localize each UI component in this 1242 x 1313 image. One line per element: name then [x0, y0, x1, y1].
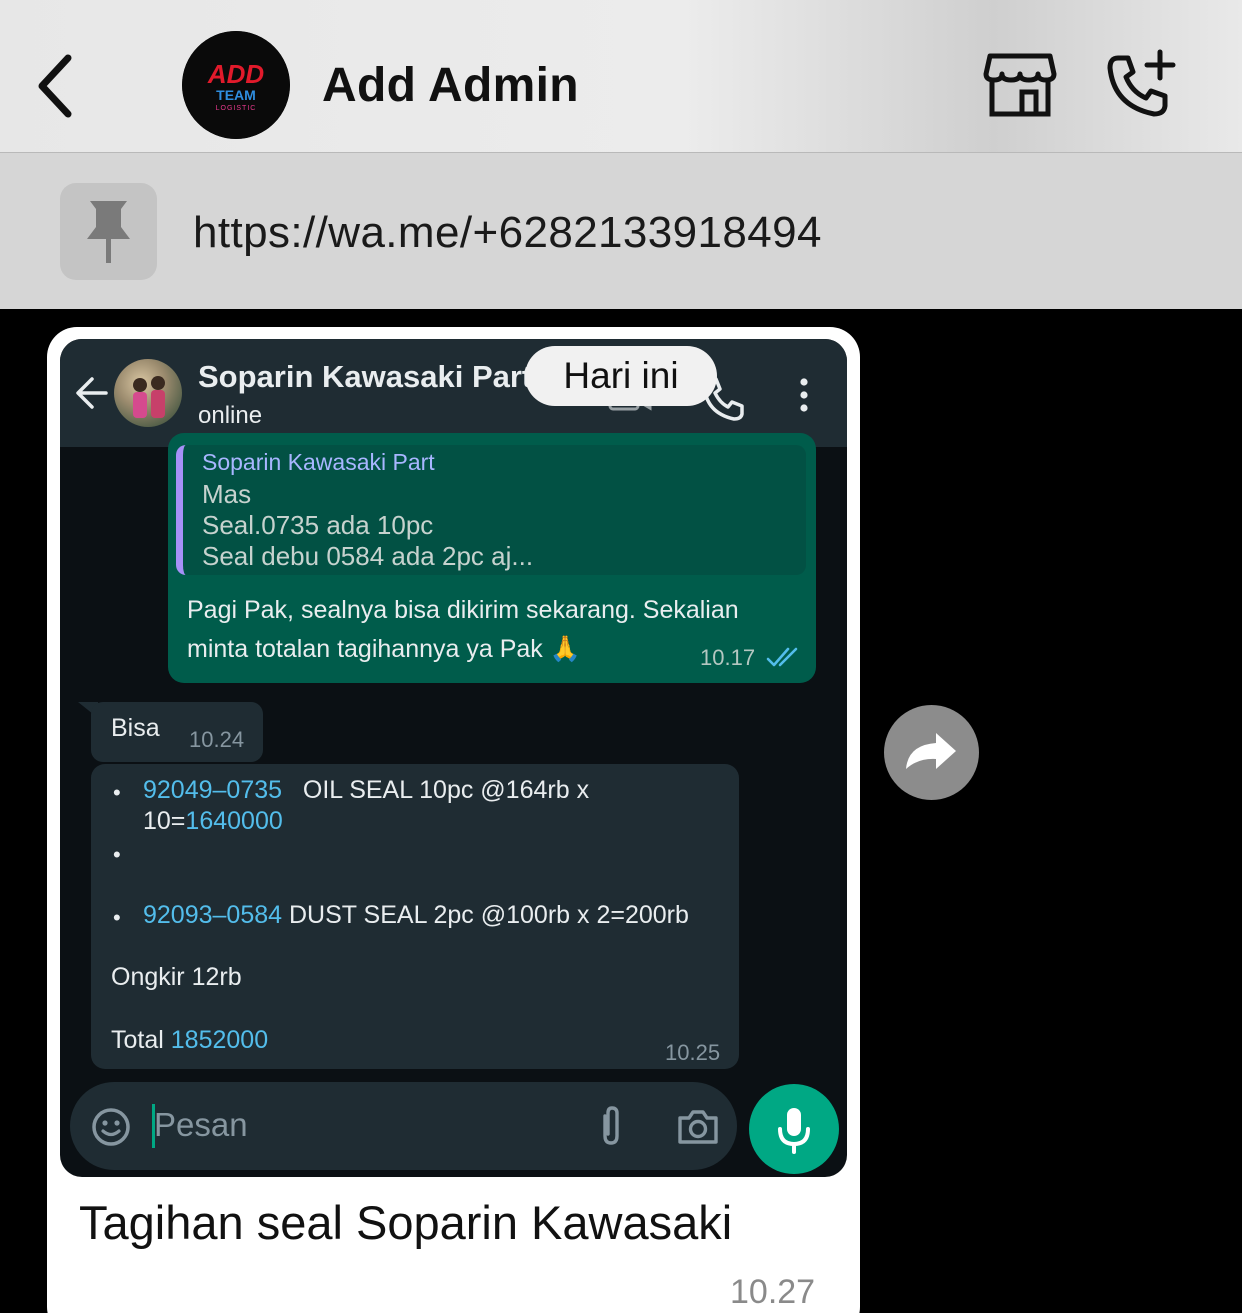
quoted-line: Seal.0735 ada 10pc: [202, 510, 434, 540]
contact-avatar: [114, 359, 182, 427]
message-input-bar: Pesan: [70, 1082, 737, 1170]
screenshot-chat-header: Soparin Kawasaki Part online: [60, 339, 847, 447]
paperclip-icon: [596, 1104, 626, 1148]
incoming-message: Bisa 10.24: [91, 702, 263, 762]
pin-icon: [60, 183, 157, 280]
message-timestamp: 10.24: [189, 727, 245, 752]
invoice-item-line: 10=1640000: [143, 807, 283, 836]
message-timestamp: 10.25: [665, 1040, 721, 1065]
store-icon[interactable]: [982, 50, 1058, 120]
arrow-left-icon: [74, 373, 110, 413]
double-check-icon: [766, 645, 802, 669]
item-total-link: 1640000: [185, 807, 283, 835]
item-description: 10=: [143, 807, 186, 835]
camera-icon: [676, 1108, 720, 1146]
total-label: Total: [111, 1026, 171, 1054]
outgoing-message: Soparin Kawasaki Part Mas Seal.0735 ada …: [168, 433, 816, 683]
chat-title[interactable]: Add Admin: [322, 58, 579, 113]
bullet: •: [113, 905, 121, 930]
pinned-message-bar[interactable]: https://wa.me/+6282133918494: [0, 153, 1242, 309]
image-message-bubble[interactable]: Soparin Kawasaki Part online Hari ini So…: [47, 327, 860, 1313]
quoted-line: Mas: [202, 479, 252, 509]
message-input-placeholder: Pesan: [154, 1106, 248, 1143]
invoice-item-line: 92093–0584 DUST SEAL 2pc @100rb x 2=200r…: [143, 901, 689, 930]
svg-text:TEAM: TEAM: [216, 87, 256, 103]
back-chevron-icon[interactable]: [28, 48, 88, 124]
image-caption: Tagihan seal Soparin Kawasaki: [79, 1196, 733, 1249]
item-description: DUST SEAL 2pc @100rb x 2=200rb: [289, 901, 689, 929]
message-timestamp: 10.17: [700, 645, 756, 670]
svg-text:LOGISTIC: LOGISTIC: [216, 105, 257, 112]
total-value-link: 1852000: [170, 1026, 269, 1054]
item-code-link: 92093–0584: [143, 901, 283, 929]
quoted-sender: Soparin Kawasaki Part: [202, 449, 435, 475]
bullet: •: [113, 842, 121, 867]
quoted-message: Soparin Kawasaki Part Mas Seal.0735 ada …: [176, 445, 806, 575]
invoice-total: Total 1852000: [111, 1026, 268, 1055]
contact-status: online: [198, 402, 263, 429]
shipping-cost: Ongkir 12rb: [111, 963, 242, 991]
add-call-icon[interactable]: [1102, 48, 1178, 120]
contact-name: Soparin Kawasaki Part: [198, 359, 533, 394]
pinned-message-text[interactable]: https://wa.me/+6282133918494: [193, 208, 822, 258]
chat-screenshot-image[interactable]: Soparin Kawasaki Part online Hari ini So…: [60, 339, 847, 1177]
chat-header: ADD TEAM LOGISTIC Add Admin: [0, 0, 1242, 153]
emoji-icon: [90, 1106, 132, 1148]
forward-icon[interactable]: [884, 705, 979, 800]
microphone-icon: [749, 1084, 839, 1174]
message-timestamp: 10.27: [730, 1273, 816, 1311]
item-description: OIL SEAL 10pc @164rb x: [302, 776, 590, 804]
incoming-message-text: Bisa: [111, 714, 160, 742]
more-vertical-icon: [792, 375, 816, 415]
bullet: •: [113, 780, 121, 805]
date-separator-pill: Hari ini: [525, 346, 717, 406]
invoice-message: • 92049–0735 OIL SEAL 10pc @164rb x 10=1…: [91, 764, 739, 1069]
item-code-link: 92049–0735: [143, 776, 283, 804]
svg-text:ADD: ADD: [207, 59, 265, 89]
quoted-line: Seal debu 0584 ada 2pc aj...: [202, 541, 534, 571]
invoice-item-line: 92049–0735 OIL SEAL 10pc @164rb x: [143, 776, 589, 805]
chat-screen: ADD TEAM LOGISTIC Add Admin https://wa.m…: [0, 0, 1242, 1313]
group-avatar[interactable]: ADD TEAM LOGISTIC: [182, 31, 290, 139]
